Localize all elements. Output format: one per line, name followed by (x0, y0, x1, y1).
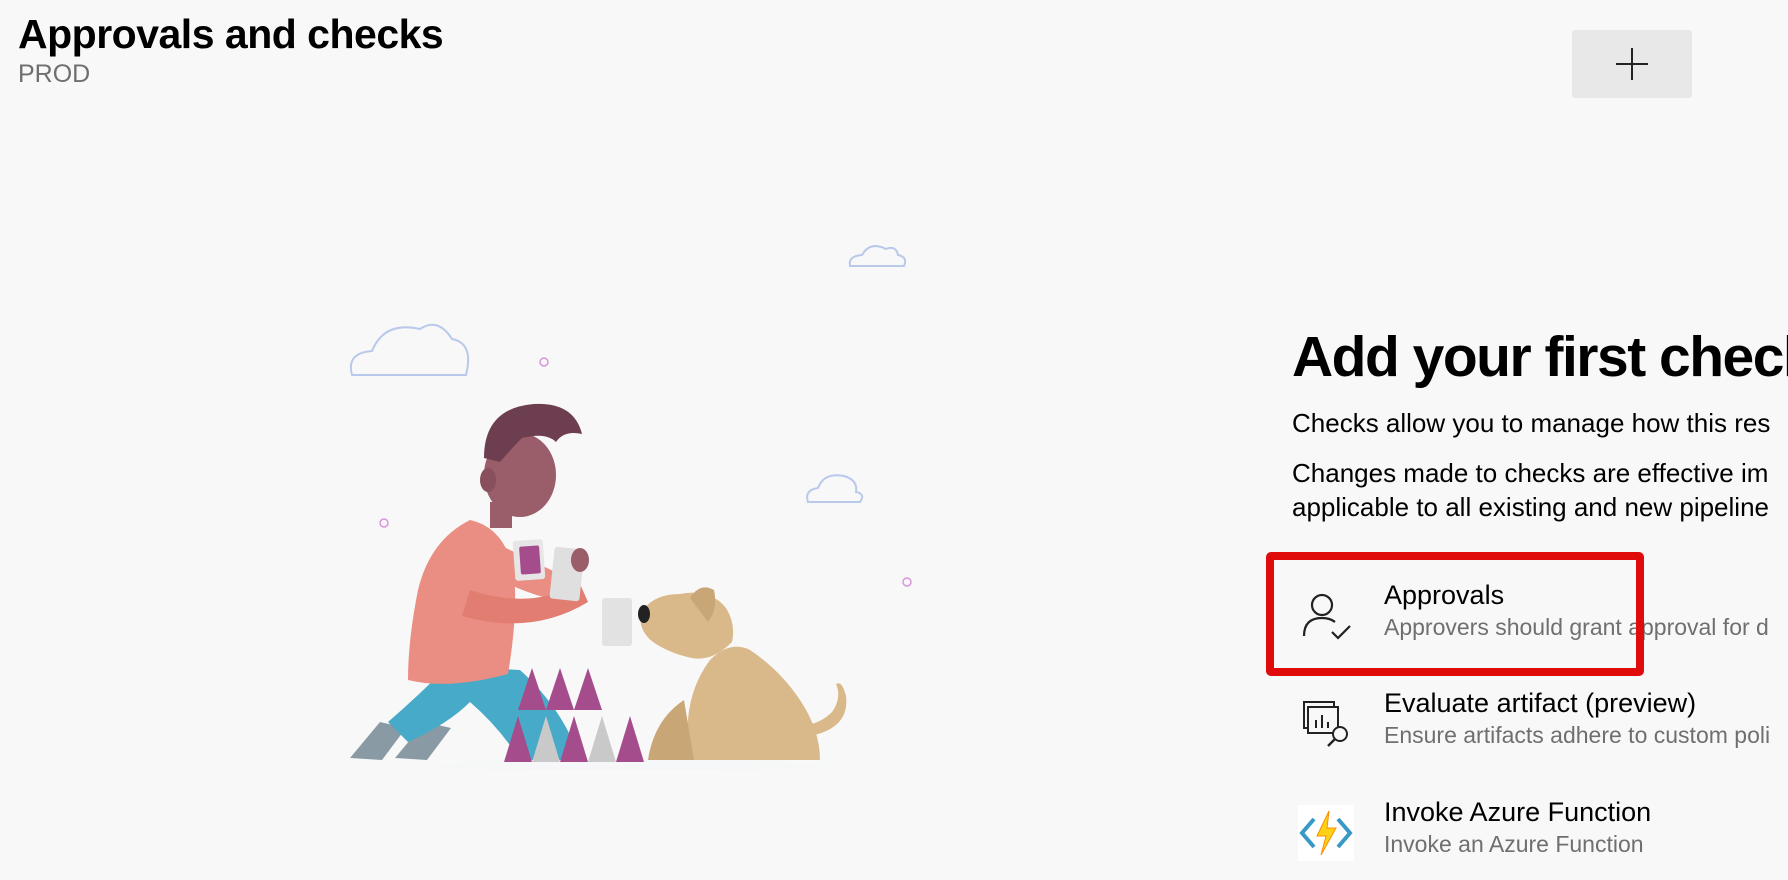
check-option-description: Approvers should grant approval for d (1384, 614, 1769, 640)
plus-icon (1616, 48, 1648, 80)
approvals-and-checks-page: Approvals and checks PROD Add your first… (0, 0, 1788, 880)
check-option-approvals[interactable]: Approvals Approvers should grant approva… (1292, 570, 1788, 660)
cloud-icon (848, 245, 907, 267)
empty-state-title: Add your first check (1292, 325, 1788, 389)
add-check-button[interactable] (1572, 30, 1692, 98)
check-option-name: Invoke Azure Function (1384, 797, 1652, 827)
check-option-evaluate-artifact[interactable]: Evaluate artifact (preview) Ensure artif… (1292, 678, 1788, 768)
azure-function-icon (1298, 805, 1354, 861)
house-of-cards-illustration (170, 245, 1095, 770)
check-option-invoke-azure-function[interactable]: Invoke Azure Function Invoke an Azure Fu… (1292, 787, 1788, 877)
check-option-description: Ensure artifacts adhere to custom poli (1384, 722, 1771, 748)
empty-state-note-line-1: Changes made to checks are effective im (1292, 458, 1769, 488)
artifact-search-icon (1303, 701, 1348, 747)
page-title: Approvals and checks (18, 11, 444, 57)
person-check-icon (1302, 593, 1351, 640)
cloud-icon (350, 323, 470, 376)
check-option-name: Approvals (1384, 580, 1505, 610)
check-option-description: Invoke an Azure Function (1384, 831, 1644, 857)
cloud-icon (806, 474, 864, 503)
environment-name: PROD (18, 60, 91, 88)
check-option-name: Evaluate artifact (preview) (1384, 688, 1697, 718)
empty-state-description: Checks allow you to manage how this res (1292, 408, 1771, 438)
empty-state-note-line-2: applicable to all existing and new pipel… (1292, 492, 1769, 522)
